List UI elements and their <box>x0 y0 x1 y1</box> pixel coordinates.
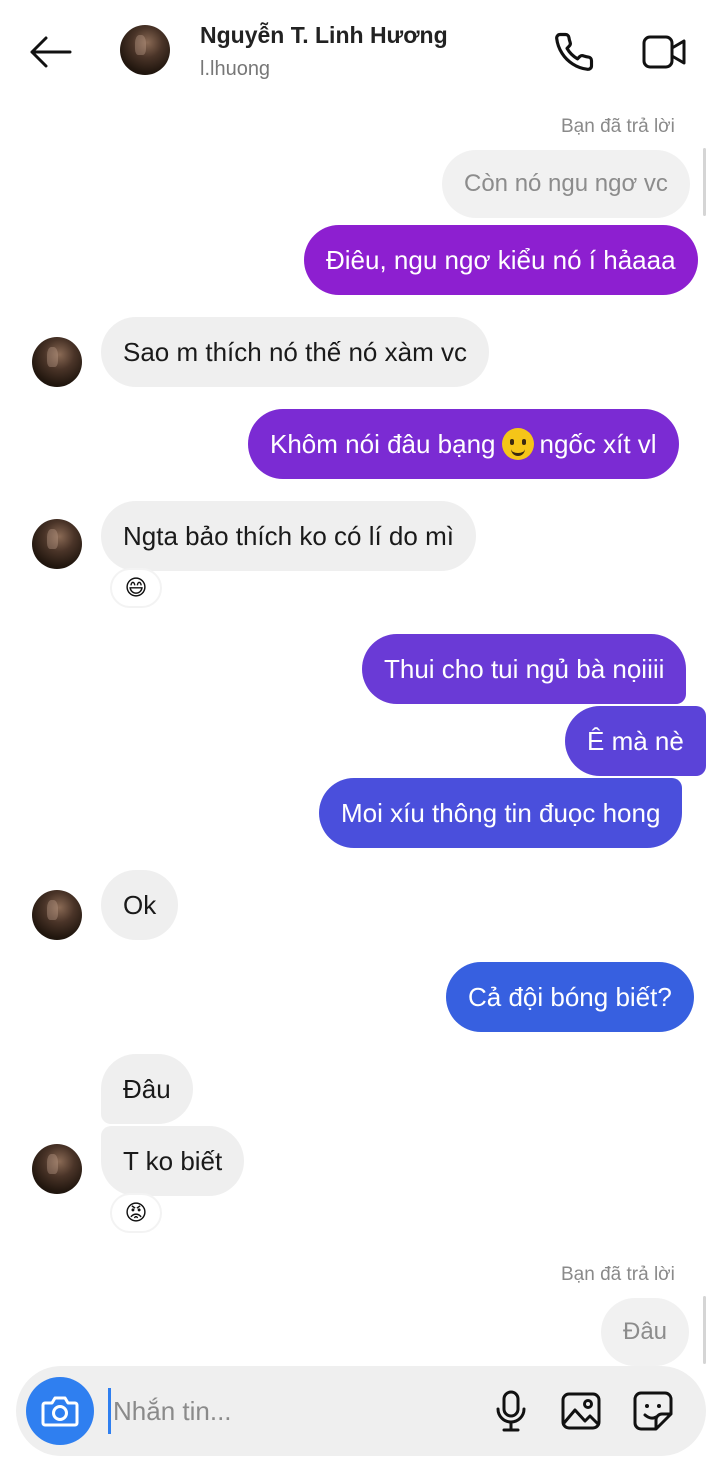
reaction-laughing[interactable]: 😄 <box>110 568 162 608</box>
message-input[interactable] <box>108 1388 468 1434</box>
message-text: ngốc xít vl <box>539 428 657 459</box>
quoted-message[interactable]: Còn nó ngu ngơ vc <box>442 150 690 218</box>
message-text: Khôm nói đâu bạng <box>270 428 496 459</box>
image-icon <box>561 1392 601 1430</box>
sender-avatar[interactable] <box>32 1144 82 1194</box>
camera-button[interactable] <box>26 1377 94 1445</box>
microphone-icon <box>496 1390 526 1432</box>
sender-avatar[interactable] <box>32 890 82 940</box>
outgoing-message[interactable]: Điêu, ngu ngơ kiểu nó í hảaaa <box>304 225 698 295</box>
outgoing-message[interactable]: Ê mà nè <box>565 706 706 776</box>
incoming-message[interactable]: Đâu <box>101 1054 193 1124</box>
arrow-left-icon <box>30 36 72 68</box>
chat-header: Nguyễn T. Linh Hương l.lhuong <box>0 0 720 104</box>
sender-avatar[interactable] <box>32 519 82 569</box>
reply-indicator-line <box>703 1296 706 1364</box>
message-composer <box>16 1366 706 1456</box>
replied-label: Bạn đã trả lời <box>561 1264 675 1285</box>
contact-avatar[interactable] <box>120 25 170 75</box>
video-camera-icon <box>642 35 686 69</box>
voice-message-button[interactable] <box>486 1386 536 1436</box>
video-call-button[interactable] <box>638 28 690 76</box>
contact-username: l.lhuong <box>200 58 271 80</box>
sticker-button[interactable] <box>628 1386 678 1436</box>
sticker-icon <box>633 1391 673 1431</box>
quoted-message[interactable]: Đâu <box>601 1298 690 1366</box>
back-button[interactable] <box>24 28 76 76</box>
incoming-message[interactable]: T ko biết <box>101 1126 245 1196</box>
contact-name[interactable]: Nguyễn T. Linh Hương <box>200 22 448 49</box>
incoming-message[interactable]: Sao m thích nó thế nó xàm vc <box>101 317 489 387</box>
reaction-angry[interactable]: 😡 <box>110 1193 162 1233</box>
camera-icon <box>41 1396 79 1427</box>
outgoing-message[interactable]: Moi xíu thông tin đuọc hong <box>319 778 683 848</box>
sender-avatar[interactable] <box>32 337 82 387</box>
incoming-message[interactable]: Ngta bảo thích ko có lí do mì <box>101 501 476 571</box>
gallery-button[interactable] <box>556 1386 606 1436</box>
replied-label: Bạn đã trả lời <box>561 116 675 137</box>
message-thread[interactable]: Bạn đã trả lời Còn nó ngu ngơ vc Điêu, n… <box>0 104 720 1366</box>
outgoing-message[interactable]: Khôm nói đâu bạng ngốc xít vl <box>248 409 679 479</box>
reply-indicator-line <box>703 148 706 216</box>
incoming-message[interactable]: Ok <box>101 870 179 940</box>
smiling-face-with-tear-icon <box>501 428 534 460</box>
audio-call-button[interactable] <box>550 28 598 76</box>
phone-icon <box>555 32 594 71</box>
outgoing-message[interactable]: Cả đội bóng biết? <box>446 962 694 1032</box>
outgoing-message[interactable]: Thui cho tui ngủ bà nọiiii <box>362 634 687 704</box>
